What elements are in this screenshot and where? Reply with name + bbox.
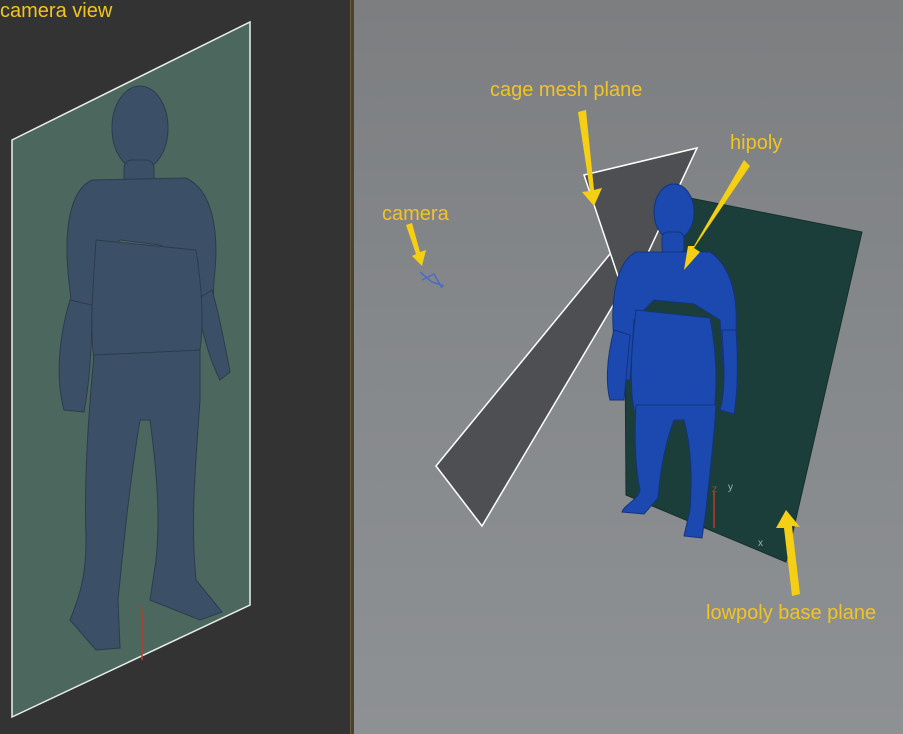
hipoly-label: hipoly (730, 132, 783, 154)
camera-view-label: camera view (0, 0, 113, 22)
lowpoly-base-plane-label: lowpoly base plane (706, 602, 877, 624)
camera-view-viewport[interactable]: z camera view (0, 0, 350, 734)
app-window: z camera view z y x cage mesh plane hipo… (0, 0, 903, 734)
z-axis-label: z (712, 484, 717, 495)
camera-label: camera (382, 203, 449, 225)
perspective-viewport[interactable]: z y x cage mesh plane hipoly camera lowp… (354, 0, 903, 734)
camera-icon[interactable] (419, 271, 445, 289)
z-axis-label: z (138, 604, 143, 615)
x-axis-label: x (758, 538, 763, 549)
y-axis-label: y (728, 482, 733, 493)
camera-view-scene: z (11, 20, 251, 719)
cage-mesh-plane-label: cage mesh plane (490, 79, 643, 101)
